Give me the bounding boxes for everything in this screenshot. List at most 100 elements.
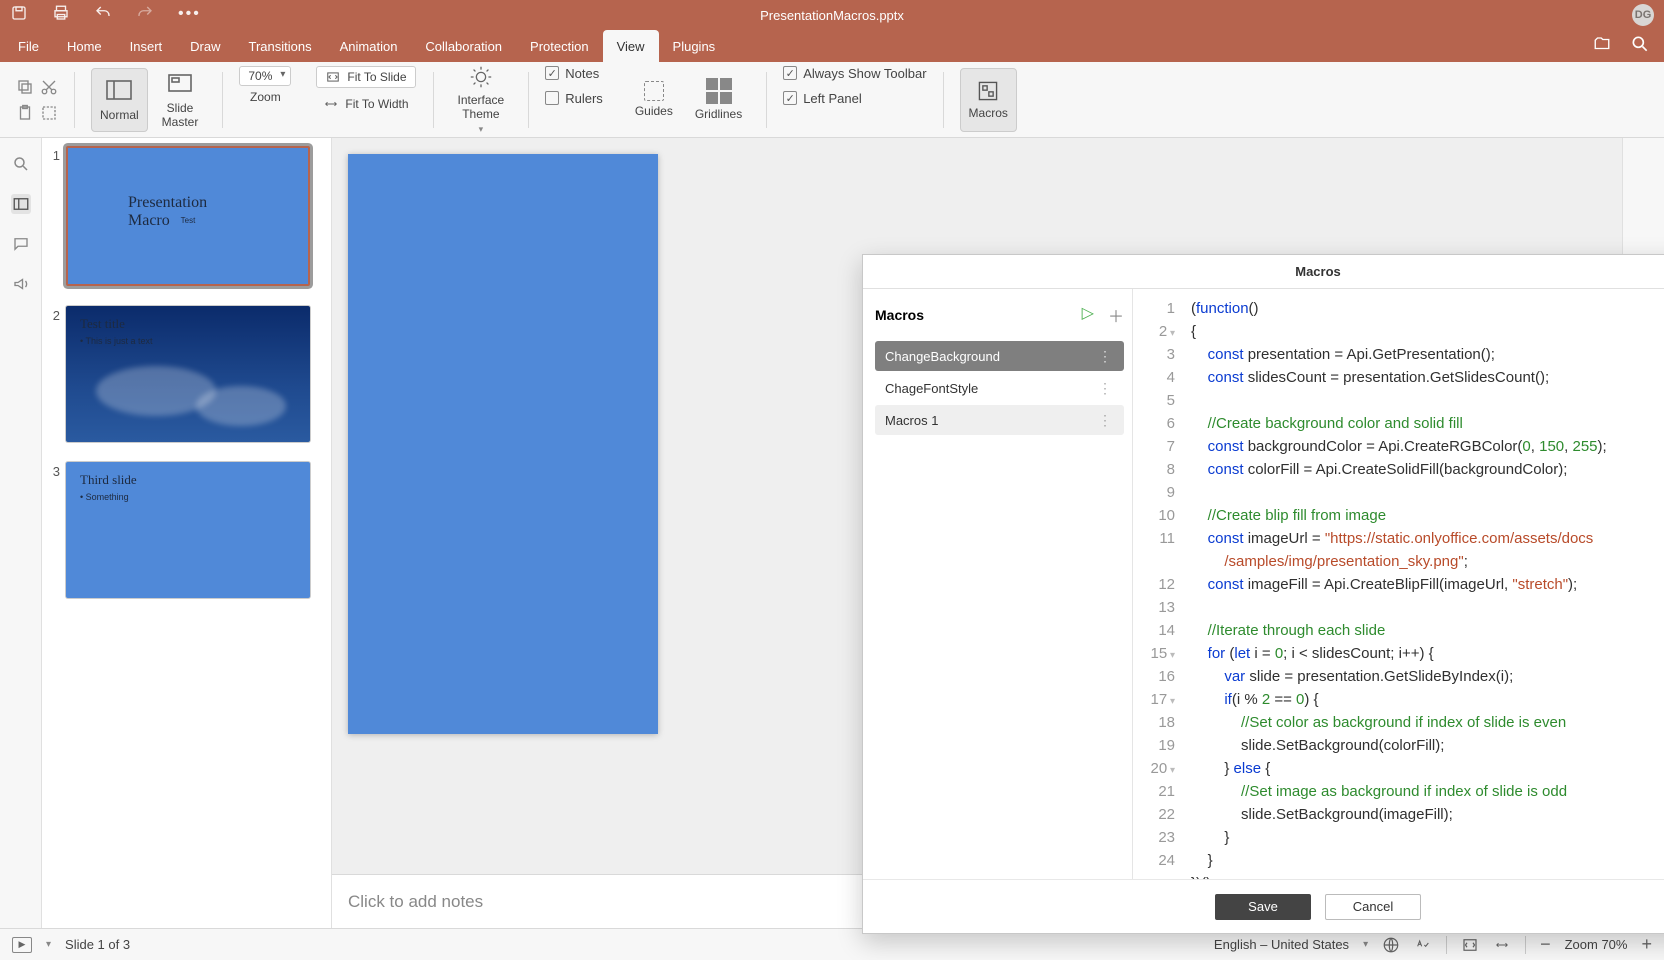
notes-placeholder: Click to add notes xyxy=(348,892,483,912)
macros-button[interactable]: Macros xyxy=(960,68,1017,132)
undo-icon[interactable] xyxy=(94,4,112,27)
language-select[interactable]: English – United States xyxy=(1214,937,1349,952)
menu-bar: File Home Insert Draw Transitions Animat… xyxy=(0,30,1664,62)
thumb-num-2: 2 xyxy=(46,306,60,442)
find-icon[interactable] xyxy=(11,154,31,174)
tab-file[interactable]: File xyxy=(4,30,53,62)
slideshow-icon[interactable]: ▶ xyxy=(12,937,32,953)
thumbnail-2[interactable]: Test title • This is just a text xyxy=(66,306,310,442)
tab-protection[interactable]: Protection xyxy=(516,30,603,62)
thumb1-sub: Test xyxy=(181,216,196,225)
fit-page-icon[interactable] xyxy=(1461,936,1479,954)
zoom-out-button[interactable]: − xyxy=(1540,934,1551,955)
qat-more-icon[interactable]: ••• xyxy=(178,6,196,24)
guides-label: Guides xyxy=(635,104,673,118)
left-panel-checkbox[interactable]: ✓Left Panel xyxy=(783,91,862,106)
gridlines-button[interactable]: Gridlines xyxy=(687,68,750,132)
canvas-wrap: Click to add notes ▲▼ Macros ? ✕ Macros … xyxy=(332,138,1622,928)
rulers-checkbox[interactable]: Rulers xyxy=(545,91,603,106)
macro-item-macros1[interactable]: Macros 1⋮ xyxy=(875,405,1124,435)
macro-item-chagefontstyle[interactable]: ChageFontStyle⋮ xyxy=(875,373,1124,403)
notes-label: Notes xyxy=(565,66,599,81)
macro-item-changebackground[interactable]: ChangeBackground⋮ xyxy=(875,341,1124,371)
paste-icon[interactable] xyxy=(16,104,34,122)
thumb-num-3: 3 xyxy=(46,462,60,598)
macro-item-label: Macros 1 xyxy=(885,413,938,428)
macro-item-label: ChageFontStyle xyxy=(885,381,978,396)
redo-icon[interactable] xyxy=(136,4,154,27)
macros-dialog: Macros ? ✕ Macros ▷ ＋ ChangeBackground⋮ xyxy=(862,254,1664,934)
slideshow-dropdown-icon[interactable]: ▾ xyxy=(46,939,51,950)
macros-label: Macros xyxy=(969,106,1008,120)
rulers-label: Rulers xyxy=(565,91,603,106)
thumbnail-1[interactable]: Presentation Macro Test xyxy=(66,146,310,286)
left-panel-label: Left Panel xyxy=(803,91,862,106)
print-icon[interactable] xyxy=(52,4,70,27)
interface-theme-label: Interface Theme xyxy=(458,93,505,121)
zoom-label: Zoom xyxy=(250,90,281,104)
tab-home[interactable]: Home xyxy=(53,30,116,62)
zoom-select[interactable]: 70% xyxy=(239,66,291,86)
guides-button[interactable]: Guides xyxy=(627,68,681,132)
current-slide[interactable] xyxy=(348,154,658,734)
interface-theme-button[interactable]: Interface Theme ▾ xyxy=(450,68,513,132)
zoom-in-button[interactable]: + xyxy=(1641,934,1652,955)
fit-width-label: Fit To Width xyxy=(345,97,408,111)
always-toolbar-checkbox[interactable]: ✓Always Show Toolbar xyxy=(783,66,926,81)
slide-thumbnails: 1 Presentation Macro Test 2 Test title •… xyxy=(42,138,332,928)
document-title: PresentationMacros.pptx xyxy=(760,8,904,23)
tab-collaboration[interactable]: Collaboration xyxy=(411,30,516,62)
thumb-num-1: 1 xyxy=(46,146,60,286)
thumb3-title: Third slide xyxy=(80,472,137,488)
slide-counter: Slide 1 of 3 xyxy=(65,937,130,952)
spellcheck-icon[interactable] xyxy=(1414,936,1432,954)
tab-plugins[interactable]: Plugins xyxy=(659,30,730,62)
title-bar: ••• PresentationMacros.pptx DG xyxy=(0,0,1664,30)
tab-transitions[interactable]: Transitions xyxy=(235,30,326,62)
ribbon: Normal Slide Master 70% Zoom Fit To Slid… xyxy=(0,62,1664,138)
dialog-footer: Save Cancel xyxy=(863,879,1664,933)
comments-icon[interactable] xyxy=(11,234,31,254)
thumbnail-3[interactable]: Third slide • Something xyxy=(66,462,310,598)
dialog-title-bar: Macros ? ✕ xyxy=(863,255,1664,289)
fit-to-width-button[interactable]: Fit To Width xyxy=(315,94,416,114)
select-all-icon[interactable] xyxy=(40,104,58,122)
zoom-level[interactable]: Zoom 70% xyxy=(1565,937,1628,952)
language-dropdown-icon[interactable]: ▾ xyxy=(1363,939,1368,950)
open-location-icon[interactable] xyxy=(1592,35,1612,58)
cut-icon[interactable] xyxy=(40,78,58,96)
cancel-button[interactable]: Cancel xyxy=(1325,894,1421,920)
tab-draw[interactable]: Draw xyxy=(176,30,234,62)
tab-animation[interactable]: Animation xyxy=(326,30,412,62)
fit-to-slide-button[interactable]: Fit To Slide xyxy=(316,66,415,88)
run-macro-icon[interactable]: ▷ xyxy=(1082,303,1094,327)
normal-view-button[interactable]: Normal xyxy=(91,68,148,132)
macro-list-header: Macros xyxy=(875,307,924,323)
copy-icon[interactable] xyxy=(16,78,34,96)
tab-insert[interactable]: Insert xyxy=(116,30,177,62)
code-content[interactable]: (function() { const presentation = Api.G… xyxy=(1181,289,1664,879)
search-icon[interactable] xyxy=(1630,34,1650,59)
macro-item-label: ChangeBackground xyxy=(885,349,1000,364)
normal-label: Normal xyxy=(100,108,139,122)
add-macro-icon[interactable]: ＋ xyxy=(1108,303,1124,327)
code-editor[interactable]: 12345 678910 11121314 1516171819 2021222… xyxy=(1133,289,1664,879)
tab-view[interactable]: View xyxy=(603,30,659,62)
slide-master-label: Slide Master xyxy=(162,101,199,129)
main-area: 1 Presentation Macro Test 2 Test title •… xyxy=(0,138,1664,928)
notes-checkbox[interactable]: ✓Notes xyxy=(545,66,599,81)
feedback-icon[interactable] xyxy=(11,274,31,294)
always-toolbar-label: Always Show Toolbar xyxy=(803,66,926,81)
save-button[interactable]: Save xyxy=(1215,894,1311,920)
globe-icon[interactable] xyxy=(1382,936,1400,954)
macro-list-panel: Macros ▷ ＋ ChangeBackground⋮ ChageFontSt… xyxy=(863,289,1133,879)
save-icon[interactable] xyxy=(10,4,28,27)
thumb2-title: Test title xyxy=(80,316,125,332)
slide-master-button[interactable]: Slide Master xyxy=(154,68,207,132)
slides-icon[interactable] xyxy=(11,194,31,214)
fit-slide-label: Fit To Slide xyxy=(347,70,406,84)
fit-width-icon[interactable] xyxy=(1493,936,1511,954)
user-avatar[interactable]: DG xyxy=(1632,4,1654,26)
gridlines-label: Gridlines xyxy=(695,107,742,121)
thumb2-bullet: • This is just a text xyxy=(80,336,153,346)
